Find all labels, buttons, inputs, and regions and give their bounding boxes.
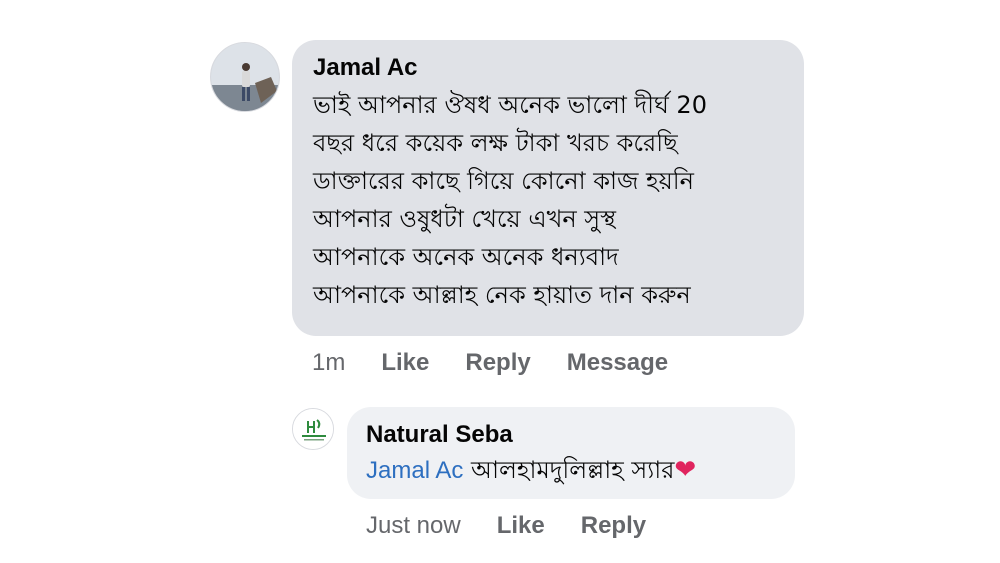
comment-author[interactable]: Jamal Ac [313, 54, 784, 82]
comment-bubble: Jamal Ac ভাই আপনার ঔষধ অনেক ভালো দীর্ঘ 2… [292, 40, 804, 336]
heart-icon: ❤ [674, 455, 697, 485]
reply-bubble: Natural Seba Jamal Ac আলহামদুলিল্লাহ স্য… [347, 407, 795, 499]
reply-message: আলহামদুলিল্লাহ স্যার [471, 456, 675, 484]
comment-line: ভাই আপনার ঔষধ অনেক ভালো দীর্ঘ 20 [313, 91, 707, 119]
comment-actions: 1m Like Reply Message [312, 349, 668, 377]
mention-link[interactable]: Jamal Ac [366, 457, 463, 484]
avatar-natural-seba[interactable] [292, 408, 334, 450]
like-button[interactable]: Like [381, 349, 429, 377]
user-photo-icon [211, 43, 279, 111]
reply-button[interactable]: Reply [581, 512, 646, 540]
comment-line: বছর ধরে কয়েক লক্ষ টাকা খরচ করেছি [313, 129, 678, 157]
comment-text: ভাই আপনার ঔষধ অনেক ভালো দীর্ঘ 20 বছর ধরে… [313, 86, 784, 314]
reply-timestamp[interactable]: Just now [366, 512, 461, 540]
reply-text: Jamal Ac আলহামদুলিল্লাহ স্যার❤ [366, 452, 775, 489]
comment-line: আপনার ওষুধটা খেয়ে এখন সুস্থ [313, 205, 617, 233]
message-button[interactable]: Message [567, 349, 668, 377]
reply-button[interactable]: Reply [465, 349, 530, 377]
comment-line: আপনাকে অনেক অনেক ধন্যবাদ [313, 243, 619, 271]
comment-line: ডাক্তারের কাছে গিয়ে কোনো কাজ হয়নি [313, 167, 694, 195]
like-button[interactable]: Like [497, 512, 545, 540]
natural-seba-logo-icon [293, 409, 333, 449]
reply-author[interactable]: Natural Seba [366, 421, 775, 449]
reply-actions: Just now Like Reply [366, 512, 646, 540]
comment-timestamp[interactable]: 1m [312, 349, 345, 377]
avatar-jamal-ac[interactable] [210, 42, 280, 112]
comment-line: আপনাকে আল্লাহ নেক হায়াত দান করুন [313, 281, 691, 309]
